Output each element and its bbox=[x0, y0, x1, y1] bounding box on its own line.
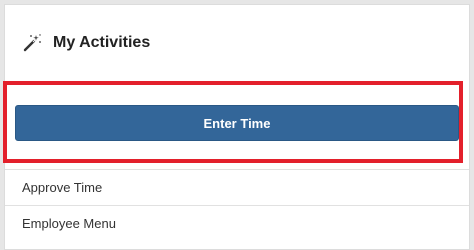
enter-time-button[interactable]: Enter Time bbox=[15, 105, 459, 141]
my-activities-panel: My Activities Enter Time Approve Time Em… bbox=[3, 4, 470, 250]
panel-title: My Activities bbox=[53, 34, 151, 51]
menu-item-employee-menu[interactable]: Employee Menu bbox=[5, 205, 469, 241]
panel-header: My Activities bbox=[5, 5, 469, 81]
activities-menu: Approve Time Employee Menu bbox=[5, 169, 469, 241]
menu-item-approve-time[interactable]: Approve Time bbox=[5, 169, 469, 205]
magic-wand-icon bbox=[22, 33, 42, 53]
